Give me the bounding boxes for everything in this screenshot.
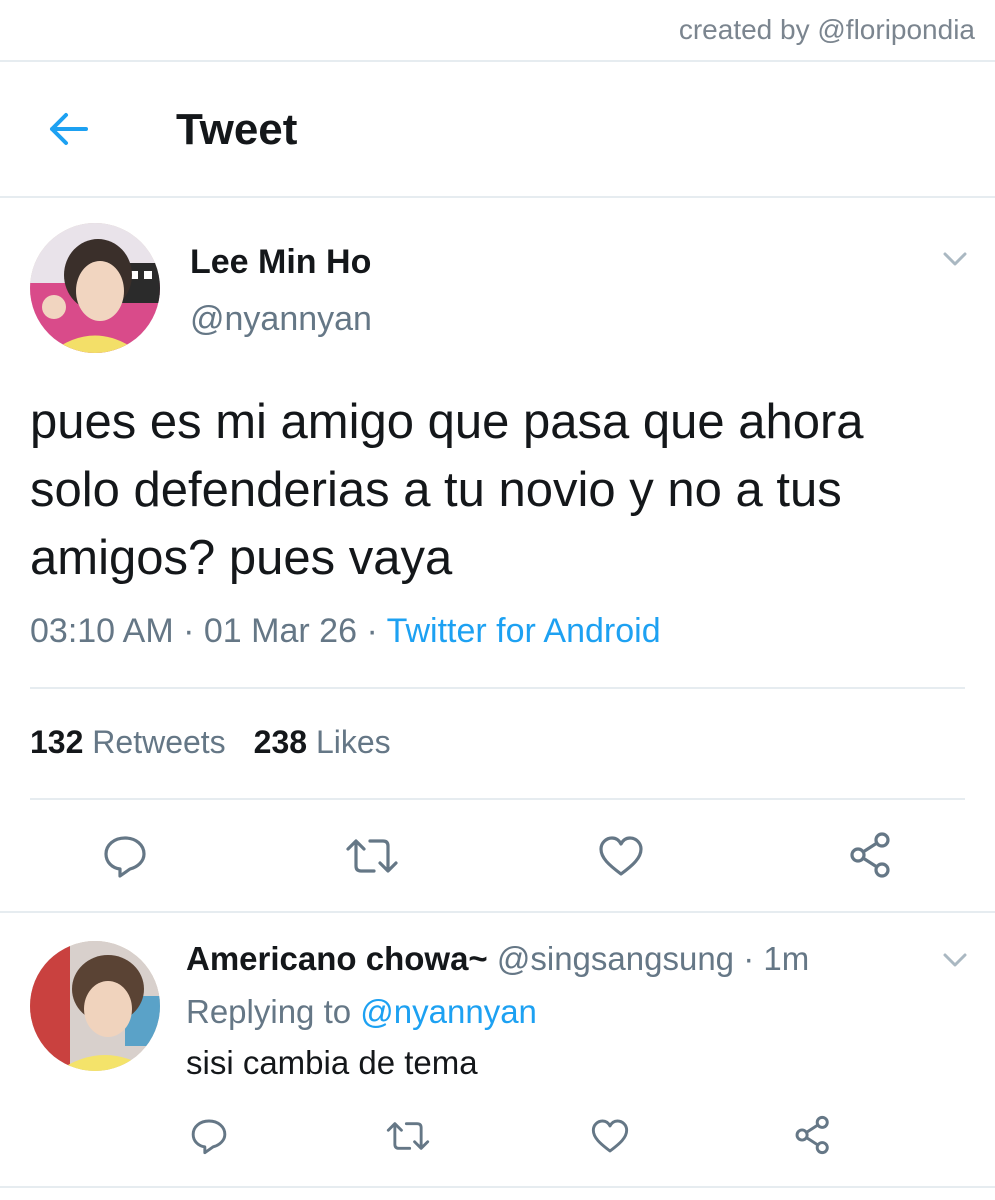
reply-header: Americano chowa~ @singsangsung · 1m — [186, 940, 809, 978]
like-button[interactable] — [597, 832, 645, 880]
meta-separator: · — [366, 612, 387, 650]
arrow-left-icon — [50, 113, 88, 145]
share-icon — [795, 1115, 829, 1155]
tweet-stats: 132 Retweets 238 Likes — [30, 724, 391, 761]
divider — [0, 196, 995, 198]
tweet-date: 01 Mar 26 — [203, 612, 357, 650]
author-handle[interactable]: @nyannyan — [190, 300, 372, 339]
page-title: Tweet — [176, 105, 298, 154]
likes-count: 238 — [253, 724, 308, 760]
reply-more-options-button[interactable] — [940, 945, 970, 975]
reply-author-name[interactable]: Americano chowa~ — [186, 940, 488, 977]
chevron-down-icon — [943, 953, 967, 967]
watermark-credit: created by @floripondia — [678, 14, 975, 45]
author-name[interactable]: Lee Min Ho — [190, 243, 371, 282]
retweets-stat[interactable]: 132 Retweets — [30, 724, 226, 760]
avatar-photo — [30, 223, 160, 353]
like-icon — [599, 836, 643, 876]
replying-to-label: Replying to — [186, 993, 352, 1030]
retweet-button[interactable] — [344, 832, 400, 880]
reply-avatar-photo — [30, 941, 160, 1071]
reply-separator: · — [743, 940, 755, 977]
retweet-icon — [346, 839, 398, 873]
tweet-source-link[interactable]: Twitter for Android — [387, 612, 661, 650]
back-button[interactable] — [44, 104, 94, 154]
reply-like-button[interactable] — [590, 1116, 630, 1156]
reply-text: sisi cambia de tema — [186, 1044, 478, 1081]
reply-retweet-button[interactable] — [385, 1116, 431, 1156]
reply-icon — [104, 836, 146, 878]
tweet-text: pues es mi amigo que pasa que ahora solo… — [30, 395, 864, 585]
reply-author-handle[interactable]: @singsangsung — [497, 940, 734, 977]
divider — [0, 911, 995, 913]
reply-reply-button[interactable] — [189, 1116, 229, 1156]
replying-to-mention[interactable]: @nyannyan — [360, 993, 537, 1030]
avatar[interactable] — [30, 223, 160, 353]
replying-to: Replying to @nyannyan — [186, 993, 537, 1031]
retweets-count: 132 — [30, 724, 84, 760]
reply-avatar[interactable] — [30, 941, 160, 1071]
reply-share-button[interactable] — [792, 1114, 834, 1156]
reply-button[interactable] — [101, 832, 149, 880]
divider — [30, 798, 965, 800]
retweets-label: Retweets — [92, 724, 226, 760]
reply-icon — [191, 1119, 227, 1155]
tweet-time: 03:10 AM — [30, 612, 174, 650]
chevron-down-icon — [943, 252, 967, 266]
reply-time: 1m — [763, 940, 810, 977]
divider — [30, 687, 965, 689]
retweet-icon — [386, 1122, 430, 1150]
divider — [0, 1186, 995, 1188]
like-icon — [591, 1119, 629, 1153]
likes-stat[interactable]: 238 Likes — [254, 724, 391, 760]
share-icon — [850, 832, 890, 878]
more-options-button[interactable] — [940, 244, 970, 274]
top-bar: Tweet — [0, 62, 995, 196]
share-button[interactable] — [846, 830, 896, 880]
meta-separator: · — [183, 612, 204, 650]
likes-label: Likes — [315, 724, 391, 760]
tweet-meta: 03:10 AM · 01 Mar 26 · Twitter for Andro… — [30, 612, 661, 651]
